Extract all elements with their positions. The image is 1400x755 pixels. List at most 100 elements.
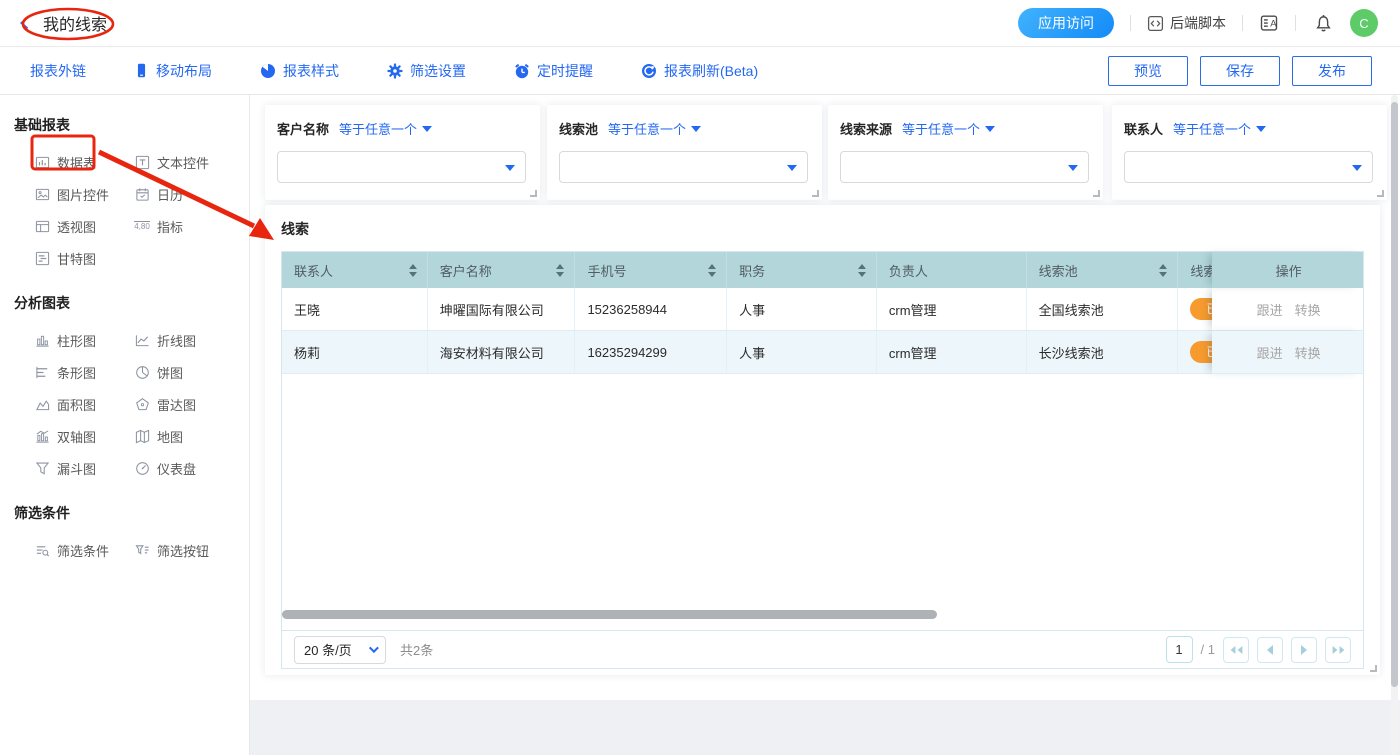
toolbar-item-report-refresh[interactable]: 报表刷新(Beta): [641, 61, 758, 81]
publish-button[interactable]: 发布: [1292, 56, 1372, 86]
sort-icon[interactable]: [708, 264, 716, 277]
sidebar-item-metric[interactable]: 4,80 指标: [134, 217, 235, 235]
alarm-icon: [514, 63, 530, 79]
follow-up-link[interactable]: 跟进: [1257, 300, 1283, 319]
column-header-job[interactable]: 职务: [727, 252, 877, 288]
data-table-widget[interactable]: 线索 联系人 客户名称 手机号 职务 负责人 线索池 线索状态 操作 王晓 坤曜…: [265, 205, 1380, 675]
toolbar-item-external-link[interactable]: 报表外链: [30, 61, 86, 81]
follow-up-link[interactable]: 跟进: [1257, 343, 1283, 362]
filter-widget-lead-pool[interactable]: 线索池 等于任意一个: [547, 105, 822, 200]
last-page-button[interactable]: [1325, 637, 1351, 663]
resize-handle[interactable]: [530, 190, 537, 197]
sidebar-item-bar-chart[interactable]: 条形图: [34, 363, 134, 381]
calendar-icon: [134, 186, 150, 202]
user-avatar[interactable]: C: [1350, 9, 1378, 37]
column-header-phone[interactable]: 手机号: [575, 252, 727, 288]
resize-handle[interactable]: [812, 190, 819, 197]
sidebar-item-label: 文本控件: [157, 153, 209, 172]
filter-select[interactable]: [277, 151, 526, 183]
sidebar-item-filter-button[interactable]: 筛选按钮: [134, 541, 235, 559]
filter-widget-contact[interactable]: 联系人 等于任意一个: [1112, 105, 1387, 200]
table-title: 线索: [281, 219, 1364, 239]
prev-page-button[interactable]: [1257, 637, 1283, 663]
table-row[interactable]: 王晓 坤曜国际有限公司 15236258944 人事 crm管理 全国线索池 已…: [282, 288, 1363, 331]
backend-script-button[interactable]: 后端脚本: [1147, 13, 1226, 33]
sort-icon[interactable]: [1159, 264, 1167, 277]
sidebar-item-calendar[interactable]: 日历: [134, 185, 235, 203]
convert-link[interactable]: 转换: [1295, 343, 1321, 362]
toolbar-label: 报表样式: [283, 61, 339, 81]
filter-operator-dropdown[interactable]: 等于任意一个: [902, 119, 995, 138]
sidebar-item-map[interactable]: 地图: [134, 427, 235, 445]
toolbar-item-filter-settings[interactable]: 筛选设置: [387, 61, 466, 81]
filter-widget-customer-name[interactable]: 客户名称 等于任意一个: [265, 105, 540, 200]
toolbar-item-mobile-layout[interactable]: 移动布局: [134, 61, 212, 81]
notifications-button[interactable]: [1312, 12, 1334, 34]
divider: [1130, 15, 1131, 31]
text-widget-icon: [134, 154, 150, 170]
sort-icon[interactable]: [858, 264, 866, 277]
page-size-select[interactable]: 20 条/页: [294, 636, 386, 664]
resize-handle[interactable]: [1093, 190, 1100, 197]
sidebar-item-area-chart[interactable]: 面积图: [34, 395, 134, 413]
vertical-scrollbar[interactable]: [1391, 102, 1398, 687]
column-header-pool[interactable]: 线索池: [1027, 252, 1179, 288]
toolbar-item-scheduled-reminder[interactable]: 定时提醒: [514, 61, 593, 81]
filter-operator-dropdown[interactable]: 等于任意一个: [608, 119, 701, 138]
column-header-customer[interactable]: 客户名称: [428, 252, 576, 288]
toolbar-item-report-style[interactable]: 报表样式: [260, 61, 339, 81]
sidebar-item-pie-chart[interactable]: 饼图: [134, 363, 235, 381]
sidebar-item-label: 筛选按钮: [157, 541, 209, 560]
filter-select[interactable]: [559, 151, 808, 183]
report-toolbar: 报表外链 移动布局 报表样式 筛选设置 定时提醒 报表刷新(Beta): [0, 47, 1400, 95]
area-chart-icon: [34, 396, 50, 412]
cell-phone: 15236258944: [575, 288, 727, 331]
sidebar-item-dual-axis-chart[interactable]: 双轴图: [34, 427, 134, 445]
metric-icon: 4,80: [134, 218, 150, 234]
chevron-down-icon: [787, 165, 797, 171]
back-button[interactable]: [16, 14, 34, 32]
save-button[interactable]: 保存: [1200, 56, 1280, 86]
preview-button[interactable]: 预览: [1108, 56, 1188, 86]
sidebar-item-filter-condition[interactable]: 筛选条件: [34, 541, 134, 559]
sidebar-item-data-table[interactable]: 数据表: [34, 153, 134, 171]
bell-icon: [1314, 14, 1333, 33]
first-page-button[interactable]: [1223, 637, 1249, 663]
status-badge: 已转: [1190, 298, 1212, 320]
cell-job: 人事: [727, 288, 877, 331]
column-header-status[interactable]: 线索状态: [1178, 252, 1212, 288]
sidebar-item-line-chart[interactable]: 折线图: [134, 331, 235, 349]
sidebar-item-radar-chart[interactable]: 雷达图: [134, 395, 235, 413]
filter-select[interactable]: [840, 151, 1089, 183]
sidebar-item-pivot[interactable]: 透视图: [34, 217, 134, 235]
next-page-button[interactable]: [1291, 637, 1317, 663]
line-chart-icon: [134, 332, 150, 348]
sidebar-item-column-chart[interactable]: 柱形图: [34, 331, 134, 349]
sort-icon[interactable]: [556, 264, 564, 277]
filter-widget-lead-source[interactable]: 线索来源 等于任意一个: [828, 105, 1103, 200]
sidebar-item-funnel-chart[interactable]: 漏斗图: [34, 459, 134, 477]
column-header-owner[interactable]: 负责人: [877, 252, 1027, 288]
sidebar-item-image-widget[interactable]: 图片控件: [34, 185, 134, 203]
filter-select[interactable]: [1124, 151, 1373, 183]
filter-operator-dropdown[interactable]: 等于任意一个: [339, 119, 432, 138]
filter-label: 客户名称: [277, 119, 329, 138]
convert-link[interactable]: 转换: [1295, 300, 1321, 319]
resize-handle[interactable]: [1377, 190, 1384, 197]
pie-icon: [260, 63, 276, 79]
sidebar-item-text-widget[interactable]: 文本控件: [134, 153, 235, 171]
table-pagination: 20 条/页 共2条 1 / 1: [282, 630, 1363, 668]
table-row[interactable]: 杨莉 海安材料有限公司 16235294299 人事 crm管理 长沙线索池 已…: [282, 331, 1363, 374]
resize-handle[interactable]: [1370, 665, 1377, 672]
sidebar-item-gantt[interactable]: 甘特图: [34, 249, 134, 267]
app-access-button[interactable]: 应用访问: [1018, 8, 1114, 38]
sidebar-item-gauge[interactable]: 仪表盘: [134, 459, 235, 477]
chevron-down-icon: [1068, 165, 1078, 171]
current-page-input[interactable]: 1: [1166, 636, 1193, 663]
horizontal-scrollbar[interactable]: [282, 610, 937, 619]
contacts-button[interactable]: A: [1259, 13, 1279, 33]
sort-icon[interactable]: [409, 264, 417, 277]
column-header-contact[interactable]: 联系人: [282, 252, 428, 288]
section-title-basic: 基础报表: [14, 115, 235, 135]
filter-operator-dropdown[interactable]: 等于任意一个: [1173, 119, 1266, 138]
